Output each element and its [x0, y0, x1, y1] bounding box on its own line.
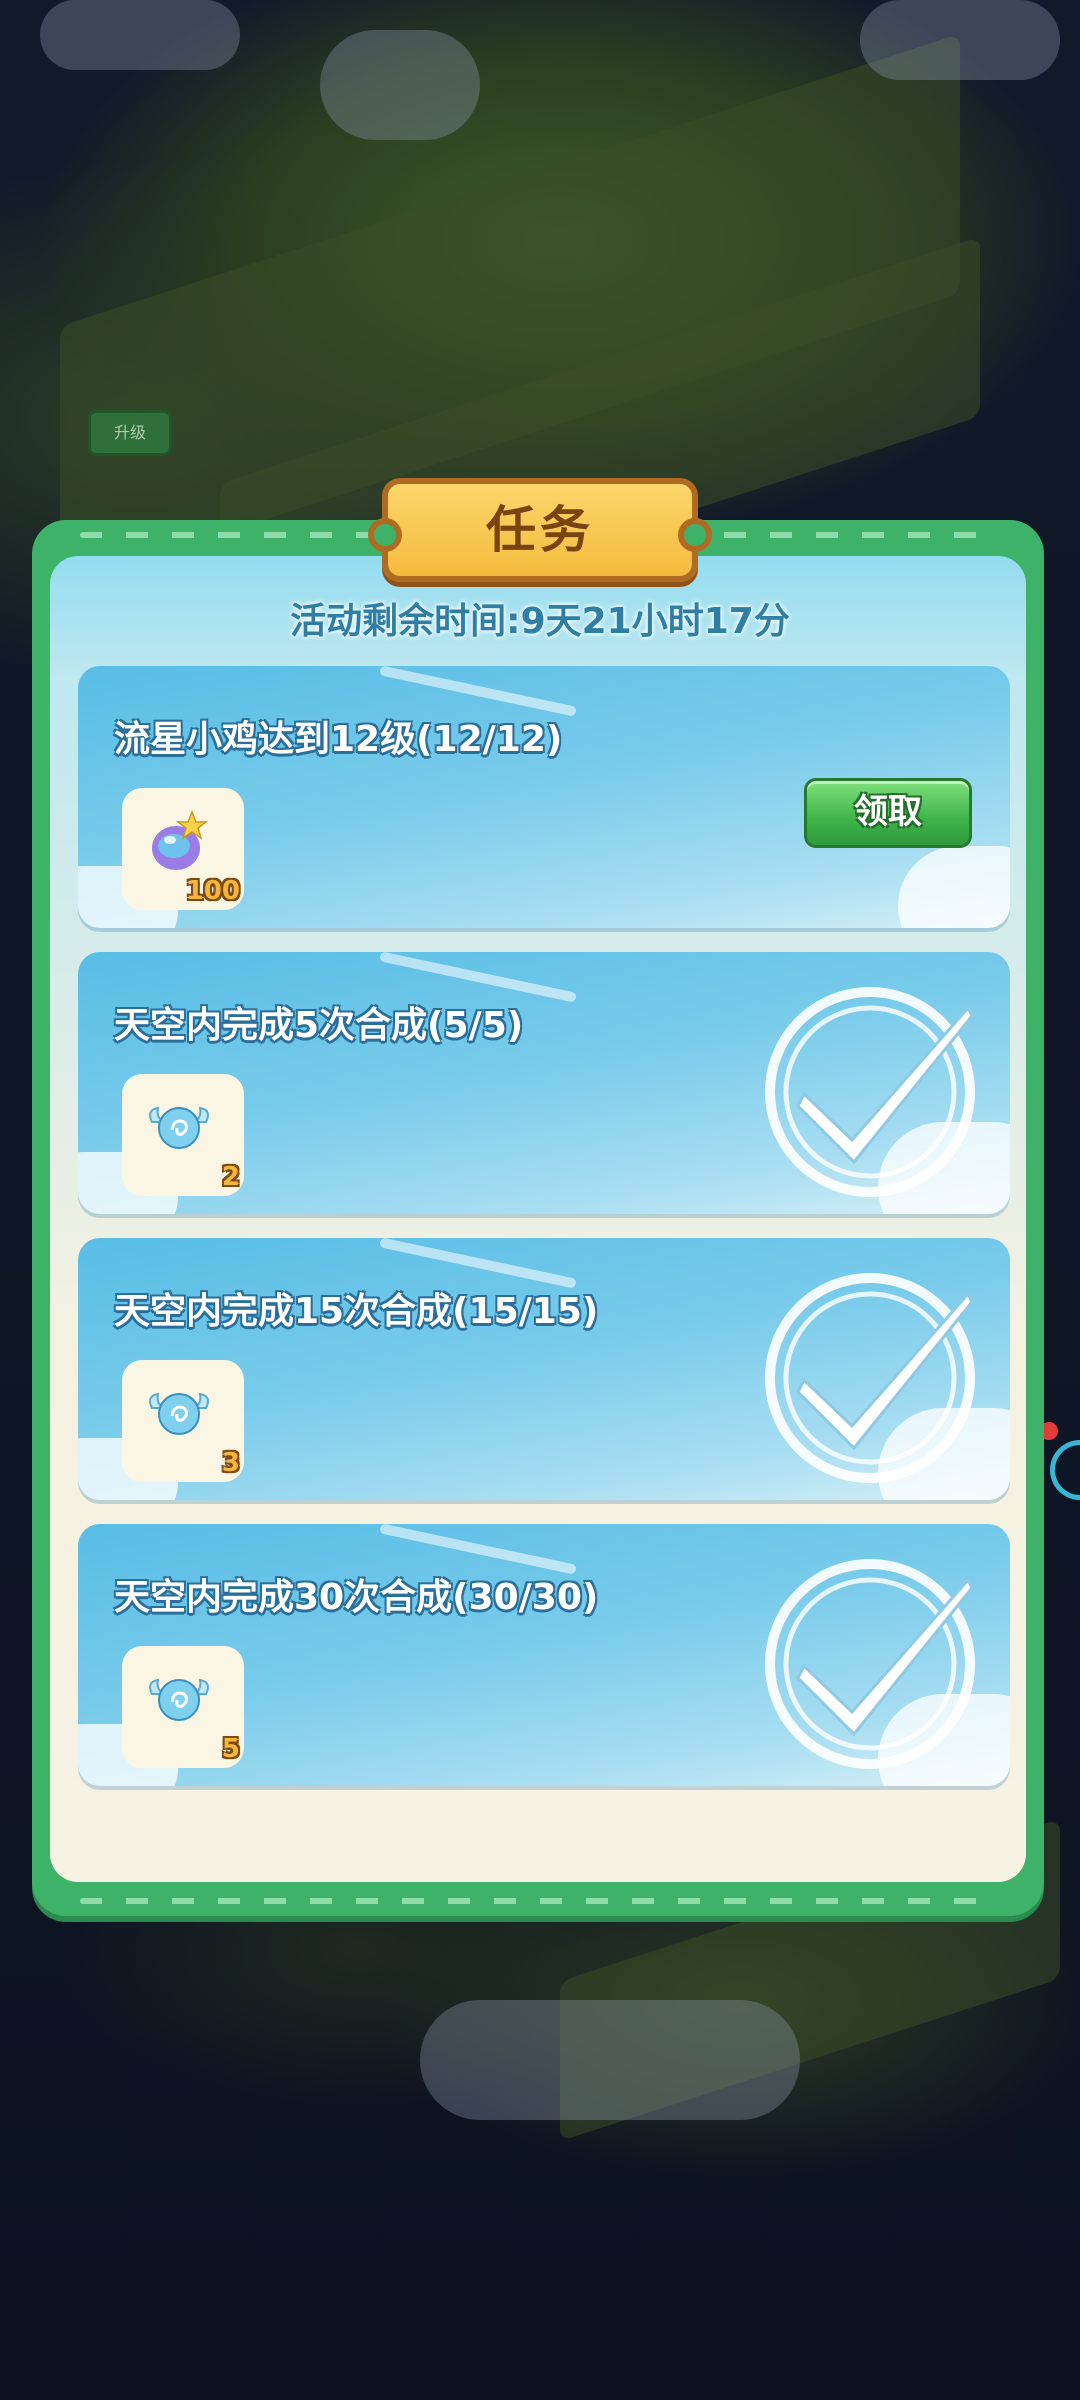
- task-card: 天空内完成5次合成(5/5) 2: [78, 952, 1010, 1214]
- wing-orb-icon: [149, 1106, 209, 1149]
- page-title: 任务: [486, 501, 594, 559]
- task-title: 天空内完成5次合成(5/5): [114, 1005, 524, 1046]
- task-title: 天空内完成15次合成(15/15): [114, 1291, 599, 1332]
- reward-item[interactable]: 2: [122, 1074, 244, 1196]
- reward-quantity: 3: [221, 1448, 240, 1478]
- cloud-decoration: [860, 0, 1060, 80]
- wing-orb-icon: [149, 1678, 209, 1721]
- event-timer: 活动剩余时间:9天21小时17分: [290, 601, 790, 642]
- cloud-decoration: [320, 30, 480, 140]
- reward-item[interactable]: 5: [122, 1646, 244, 1768]
- completed-check-icon: [765, 1273, 975, 1483]
- reward-quantity: 2: [221, 1162, 240, 1192]
- upgrade-sign: 升级: [88, 410, 172, 456]
- panel-dash-bottom: [80, 1898, 996, 1904]
- claim-button[interactable]: 领取: [804, 778, 972, 848]
- cloud-decoration: [40, 0, 240, 70]
- task-title: 天空内完成30次合成(30/30): [114, 1577, 599, 1618]
- completed-check-icon: [765, 1559, 975, 1769]
- task-title: 流星小鸡达到12级(12/12): [114, 719, 563, 760]
- task-card: 流星小鸡达到12级(12/12) 100 领取: [78, 666, 1010, 928]
- wing-orb-icon: [149, 1392, 209, 1435]
- task-card: 天空内完成30次合成(30/30) 5: [78, 1524, 1010, 1786]
- task-card: 天空内完成15次合成(15/15) 3: [78, 1238, 1010, 1500]
- panel-title-tag: 任务: [368, 478, 712, 582]
- cloud-decoration: [420, 2000, 800, 2120]
- reward-item[interactable]: 100: [122, 788, 244, 910]
- reward-item[interactable]: 3: [122, 1360, 244, 1482]
- reward-quantity: 100: [185, 876, 240, 906]
- purple-candy-icon: [152, 809, 209, 870]
- completed-check-icon: [765, 987, 975, 1197]
- reward-quantity: 5: [221, 1734, 240, 1764]
